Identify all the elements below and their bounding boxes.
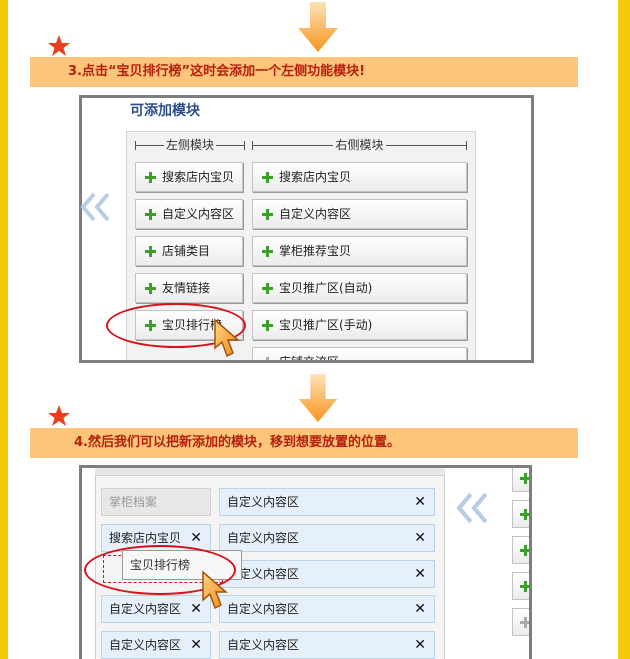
add-right-custom-button[interactable]: 自定义内容区	[252, 199, 467, 229]
add-right-recommend-button[interactable]: 掌柜推荐宝贝	[252, 236, 467, 266]
plus-icon	[262, 320, 273, 331]
step-3-instruction: 3.点击“宝贝排行榜”这时会添加一个左侧功能模块!	[30, 57, 578, 87]
left-module-profile[interactable]: 掌柜档案	[101, 488, 211, 516]
left-module-custom-a[interactable]: 自定义内容区 ✕	[101, 595, 211, 623]
add-right-promo-manual-button[interactable]: 宝贝推广区(手动)	[252, 310, 467, 340]
right-module-custom-1[interactable]: 自定义内容区 ✕	[219, 488, 435, 516]
plus-icon	[520, 581, 529, 592]
left-module-custom-b[interactable]: 自定义内容区 ✕	[101, 631, 211, 659]
plus-icon	[520, 473, 529, 484]
add-module-side-button[interactable]	[512, 608, 529, 636]
right-module-custom-5[interactable]: 自定义内容区 ✕	[219, 631, 435, 659]
close-icon[interactable]: ✕	[414, 596, 426, 622]
hand-pointer-cursor-icon	[214, 318, 241, 358]
close-icon[interactable]: ✕	[414, 525, 426, 551]
plus-icon	[262, 172, 273, 183]
down-arrow-icon	[298, 374, 338, 423]
plus-icon	[145, 283, 156, 294]
star-icon	[48, 35, 70, 56]
add-left-search-button[interactable]: 搜索店内宝贝	[135, 162, 243, 192]
close-icon[interactable]: ✕	[414, 632, 426, 658]
double-chevron-left-icon	[80, 192, 110, 222]
panel-title: 可添加模块	[130, 103, 200, 119]
plus-icon	[145, 209, 156, 220]
step-4-instruction: 4.然后我们可以把新添加的模块，移到想要放置的位置。	[30, 428, 578, 458]
add-module-side-button[interactable]	[512, 572, 529, 600]
right-column-header: 右侧模块	[252, 136, 467, 154]
left-column-header: 左侧模块	[135, 136, 245, 154]
add-left-category-button[interactable]: 店铺类目	[135, 236, 243, 266]
close-icon[interactable]: ✕	[414, 489, 426, 515]
right-module-custom-2[interactable]: 自定义内容区 ✕	[219, 524, 435, 552]
double-chevron-left-icon	[456, 492, 488, 524]
plus-icon	[262, 283, 273, 294]
plus-icon	[520, 617, 529, 628]
star-icon	[48, 405, 70, 426]
plus-icon	[520, 509, 529, 520]
down-arrow-icon	[298, 2, 338, 52]
add-left-custom-button[interactable]: 自定义内容区	[135, 199, 243, 229]
add-right-search-button[interactable]: 搜索店内宝贝	[252, 162, 467, 192]
add-module-side-button[interactable]	[512, 468, 529, 492]
plus-icon	[145, 172, 156, 183]
close-icon[interactable]: ✕	[414, 561, 426, 587]
plus-icon	[262, 357, 273, 360]
plus-icon	[262, 209, 273, 220]
add-right-promo-auto-button[interactable]: 宝贝推广区(自动)	[252, 273, 467, 303]
add-left-links-button[interactable]: 友情链接	[135, 273, 243, 303]
plus-icon	[145, 246, 156, 257]
plus-icon	[520, 545, 529, 556]
layout-tabbar	[95, 468, 445, 476]
add-module-side-button[interactable]	[512, 536, 529, 564]
add-right-forum-button[interactable]: 店铺交流区	[252, 347, 467, 360]
hand-pointer-cursor-icon	[202, 570, 229, 610]
right-module-custom-4[interactable]: 自定义内容区 ✕	[219, 595, 435, 623]
close-icon[interactable]: ✕	[190, 632, 202, 658]
right-module-custom-3[interactable]: 自定义内容区 ✕	[219, 560, 435, 588]
plus-icon	[262, 246, 273, 257]
add-module-side-button[interactable]	[512, 500, 529, 528]
